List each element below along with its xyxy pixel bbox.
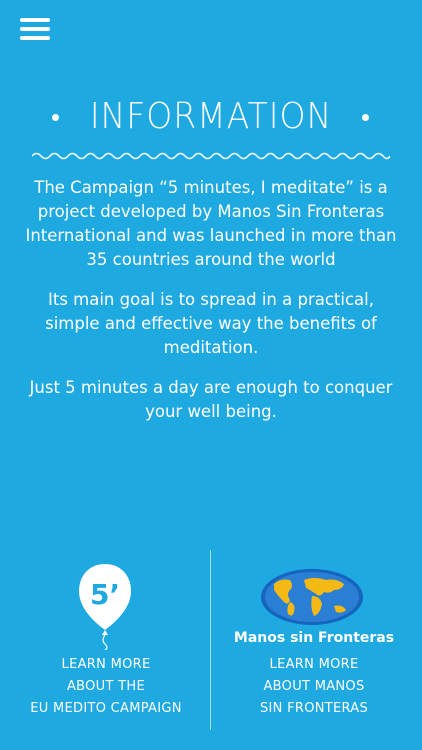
wave-divider [32, 152, 390, 160]
title-row: INFORMATION [0, 92, 422, 148]
paragraph-goal: Its main goal is to spread in a practica… [45, 290, 377, 357]
campaign-link-label: LEARN MORE ABOUT THE EU MEDITO CAMPAIGN [30, 657, 182, 716]
information-text: The Campaign “5 minutes, I meditate” is … [20, 176, 402, 440]
menu-button[interactable] [20, 18, 50, 42]
paragraph-intro: The Campaign “5 minutes, I meditate” is … [25, 178, 397, 269]
paragraph-five-minutes: Just 5 minutes a day are enough to conqu… [29, 378, 393, 421]
links-area: 5’ LEARN MORE ABOUT THE EU MEDITO CAMPAI… [0, 550, 422, 730]
vertical-divider [210, 550, 211, 730]
bullet-dot-right [362, 114, 369, 121]
balloon-icon: 5’ [79, 564, 131, 650]
hamburger-menu-icon [20, 18, 50, 22]
manos-link-label: LEARN MORE ABOUT MANOS SIN FRONTERAS [259, 657, 369, 716]
globe-icon [261, 569, 363, 625]
manos-brand-name: Manos sin Fronteras [233, 630, 395, 646]
learn-more-manos-link[interactable]: Manos sin Fronteras LEARN MORE ABOUT MAN… [214, 550, 414, 730]
learn-more-campaign-link[interactable]: 5’ LEARN MORE ABOUT THE EU MEDITO CAMPAI… [6, 550, 206, 730]
balloon-badge-text: 5’ [90, 578, 120, 611]
page-title: INFORMATION [89, 96, 333, 137]
